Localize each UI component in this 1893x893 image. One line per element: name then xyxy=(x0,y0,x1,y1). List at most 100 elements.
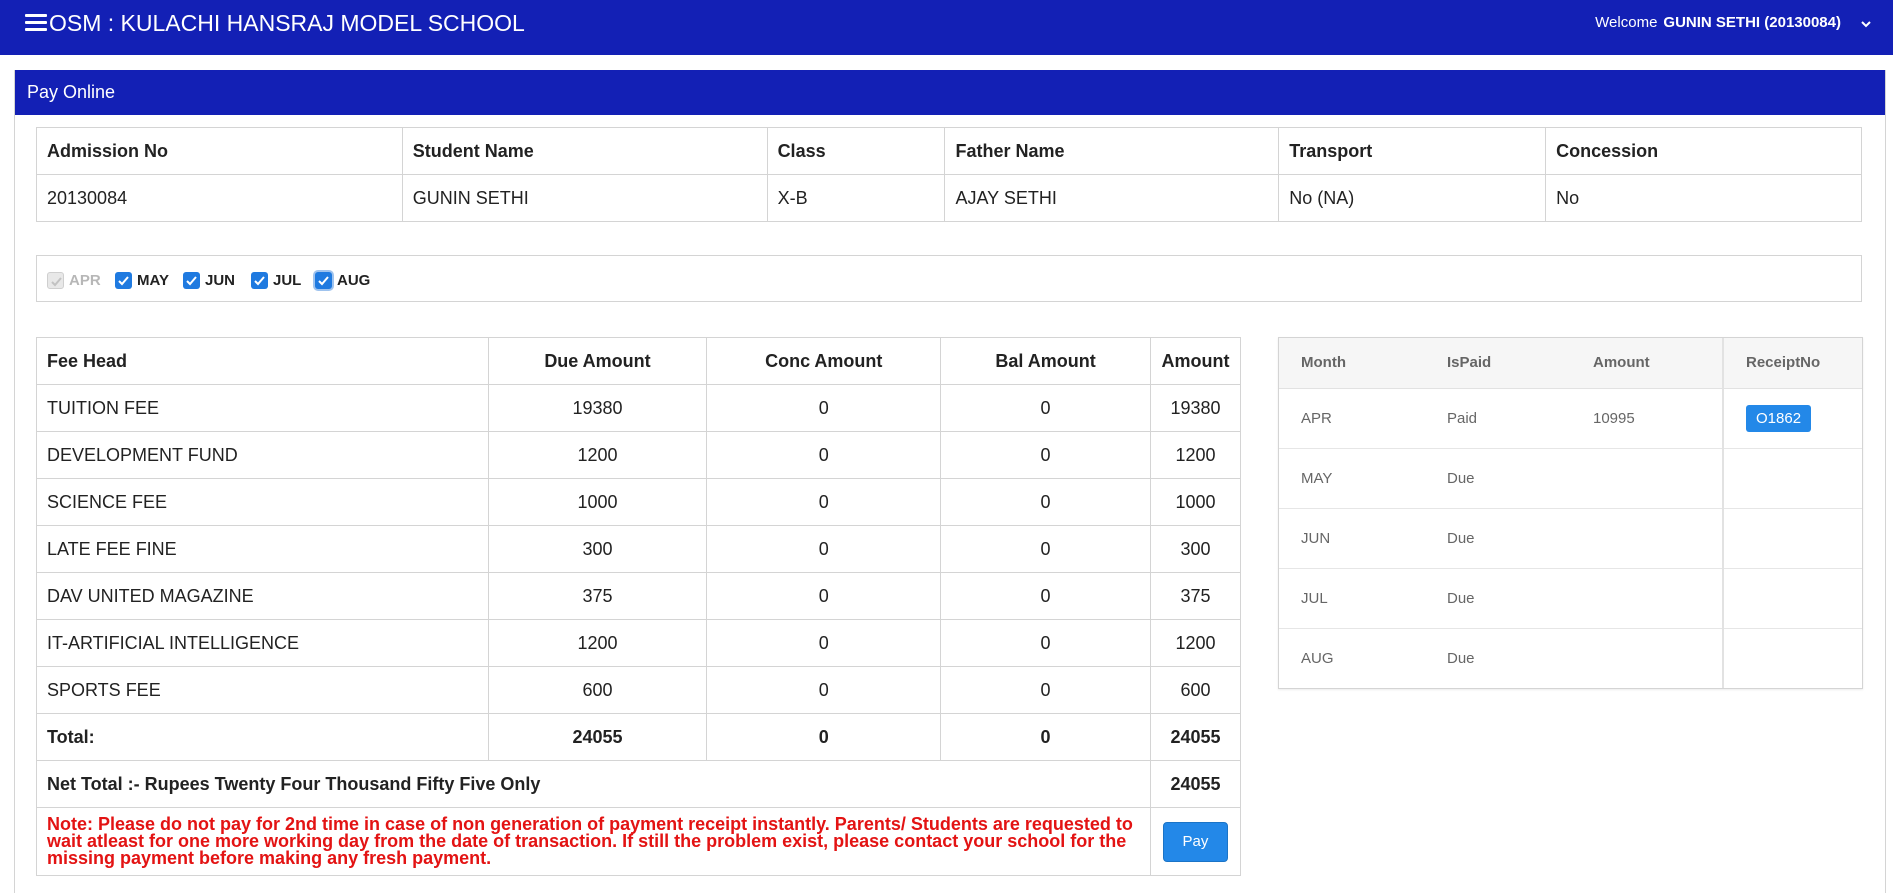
table-row: TUITION FEE 19380 0 0 19380 xyxy=(36,384,1242,432)
receipt-cell xyxy=(1722,508,1862,569)
status-header-row: Month IsPaid Amount ReceiptNo xyxy=(1279,338,1862,389)
total-conc: 0 xyxy=(706,713,942,761)
month-label: MAY xyxy=(137,271,169,289)
due-amount: 375 xyxy=(487,572,708,620)
student-info-header-row: Admission No Student Name Class Father N… xyxy=(36,127,1862,175)
payment-note: Note: Please do not pay for 2nd time in … xyxy=(36,807,1151,876)
table-row: LATE FEE FINE 300 0 0 300 xyxy=(36,525,1242,573)
receipt-button[interactable]: O1862 xyxy=(1746,404,1812,432)
total-bal: 0 xyxy=(940,713,1151,761)
month-checkbox-jun[interactable]: JUN xyxy=(183,271,235,289)
pay-button[interactable]: Pay xyxy=(1162,821,1228,862)
net-total-value: 24055 xyxy=(1149,760,1242,808)
net-total-label: Net Total :- Rupees Twenty Four Thousand… xyxy=(36,760,1151,808)
checkbox-icon[interactable] xyxy=(183,271,200,289)
fee-head: SPORTS FEE xyxy=(36,666,489,714)
panel-title: Pay Online xyxy=(15,70,1885,115)
table-row: JUN Due xyxy=(1279,508,1862,569)
father-name-value: AJAY SETHI xyxy=(944,174,1280,222)
bal-amount: 0 xyxy=(940,666,1151,714)
chevron-down-icon[interactable] xyxy=(1860,18,1872,30)
amount-value: 10995 xyxy=(1571,388,1723,449)
checkbox-icon[interactable] xyxy=(251,271,268,289)
col-concession: Concession xyxy=(1545,127,1862,175)
receipt-cell xyxy=(1722,568,1862,629)
due-amount: 300 xyxy=(487,525,708,573)
month-label: APR xyxy=(69,271,101,289)
month-checkbox-may[interactable]: MAY xyxy=(115,271,169,289)
table-row: SCIENCE FEE 1000 0 0 1000 xyxy=(36,478,1242,526)
pay-cell: Pay xyxy=(1149,807,1242,876)
welcome-text[interactable]: Welcome GUNIN SETHI (20130084) xyxy=(1595,14,1841,31)
admission-no-value: 20130084 xyxy=(36,174,403,222)
checkbox-icon[interactable] xyxy=(315,271,332,289)
month-value: APR xyxy=(1279,388,1425,449)
net-total-row: Net Total :- Rupees Twenty Four Thousand… xyxy=(36,760,1242,808)
bal-amount: 0 xyxy=(940,572,1151,620)
top-navbar: OSM : KULACHI HANSRAJ MODEL SCHOOL Welco… xyxy=(0,0,1893,55)
table-row: JUL Due xyxy=(1279,568,1862,629)
month-selector: APR MAY JUN JUL AUG xyxy=(36,255,1862,302)
conc-amount: 0 xyxy=(706,619,942,667)
due-amount: 1200 xyxy=(487,619,708,667)
fee-head: DAV UNITED MAGAZINE xyxy=(36,572,489,620)
fee-head: DEVELOPMENT FUND xyxy=(36,431,489,479)
bal-amount: 0 xyxy=(940,431,1151,479)
month-label: AUG xyxy=(337,271,371,289)
status-value: Due xyxy=(1425,508,1571,569)
conc-amount: 0 xyxy=(706,572,942,620)
month-value: AUG xyxy=(1301,649,1334,667)
checkbox-icon xyxy=(47,271,64,289)
conc-amount: 0 xyxy=(706,666,942,714)
col-father-name: Father Name xyxy=(944,127,1280,175)
due-amount: 19380 xyxy=(487,384,708,432)
receipt-cell: O1862 xyxy=(1722,388,1862,449)
col-conc-amount: Conc Amount xyxy=(706,337,942,385)
app-title: OSM : KULACHI HANSRAJ MODEL SCHOOL xyxy=(49,10,525,36)
table-row: APR Paid 10995 O1862 xyxy=(1279,388,1862,449)
due-amount: 600 xyxy=(487,666,708,714)
total-due: 24055 xyxy=(487,713,708,761)
amount-value xyxy=(1571,628,1723,688)
month-checkbox-aug[interactable]: AUG xyxy=(315,271,370,289)
col-transport: Transport xyxy=(1278,127,1547,175)
receipt-cell xyxy=(1722,628,1862,688)
checkbox-icon[interactable] xyxy=(115,271,132,289)
user-name: GUNIN SETHI (20130084) xyxy=(1663,14,1841,31)
col-class: Class xyxy=(766,127,946,175)
receipt-cell xyxy=(1722,448,1862,509)
month-label: JUN xyxy=(205,271,236,289)
month-value: JUN xyxy=(1279,508,1425,569)
col-student-name: Student Name xyxy=(401,127,768,175)
status-value: Due xyxy=(1425,568,1571,629)
due-amount: 1000 xyxy=(487,478,708,526)
amount: 19380 xyxy=(1149,384,1242,432)
col-admission-no: Admission No xyxy=(36,127,403,175)
col-amount: Amount xyxy=(1571,338,1723,389)
amount: 375 xyxy=(1149,572,1242,620)
status-value: Due xyxy=(1447,649,1475,667)
fee-head: TUITION FEE xyxy=(36,384,489,432)
amount-value xyxy=(1571,568,1723,629)
amount: 1200 xyxy=(1149,431,1242,479)
amount: 300 xyxy=(1149,525,1242,573)
welcome-label: Welcome xyxy=(1595,14,1658,31)
due-amount: 1200 xyxy=(487,431,708,479)
col-fee-head: Fee Head xyxy=(36,337,489,385)
fee-head: SCIENCE FEE xyxy=(36,478,489,526)
conc-amount: 0 xyxy=(706,525,942,573)
amount-value xyxy=(1571,508,1723,569)
month-label: JUL xyxy=(273,271,302,289)
hamburger-icon[interactable] xyxy=(25,14,47,32)
bal-amount: 0 xyxy=(940,384,1151,432)
bal-amount: 0 xyxy=(940,478,1151,526)
month-checkbox-jul[interactable]: JUL xyxy=(251,271,301,289)
student-name-value: GUNIN SETHI xyxy=(401,174,768,222)
col-bal-amount: Bal Amount xyxy=(940,337,1151,385)
table-row: AUG Due xyxy=(1279,628,1862,688)
student-info-row: 20130084 GUNIN SETHI X-B AJAY SETHI No (… xyxy=(36,174,1862,222)
payment-status-table: Month IsPaid Amount ReceiptNo APR Paid 1… xyxy=(1278,337,1863,689)
table-row: DAV UNITED MAGAZINE 375 0 0 375 xyxy=(36,572,1242,620)
bal-amount: 0 xyxy=(940,619,1151,667)
fee-head: LATE FEE FINE xyxy=(36,525,489,573)
